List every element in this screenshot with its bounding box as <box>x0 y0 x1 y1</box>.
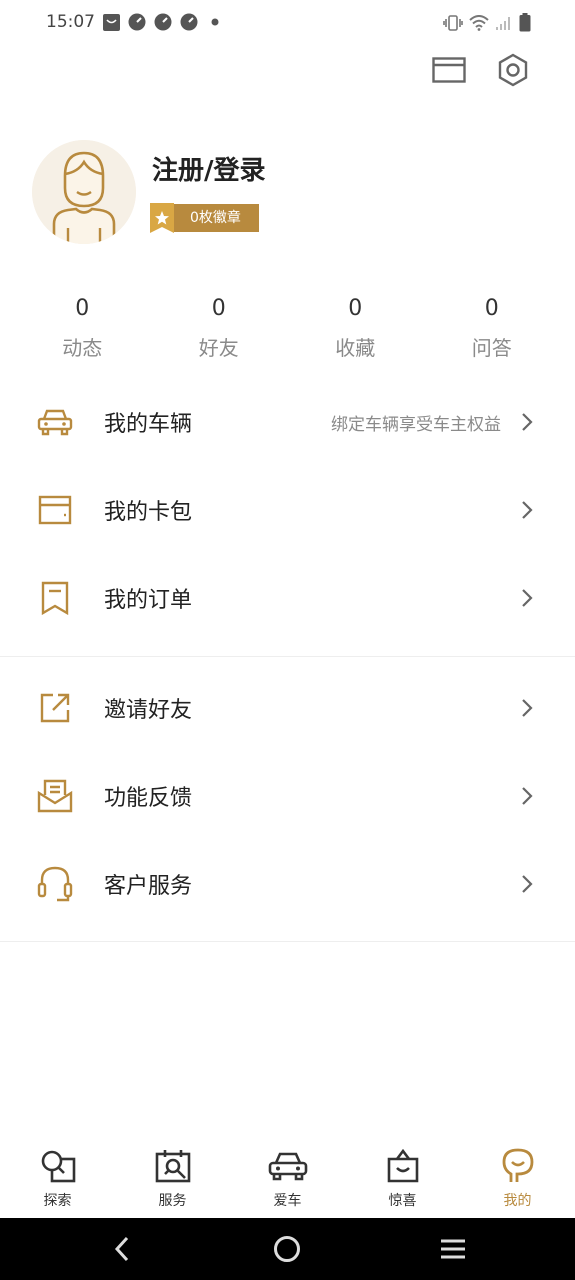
menu-group-vehicle: 我的车辆 绑定车辆享受车主权益 我的卡包 我的订单 <box>0 378 575 642</box>
tab-me[interactable]: 我的 <box>460 1138 575 1218</box>
profile-header: 注册/登录 0枚徽章 <box>32 140 552 244</box>
hexagon-gear-icon <box>498 53 528 87</box>
chevron-right-icon <box>521 873 535 895</box>
section-divider <box>0 656 575 657</box>
stat-value: 0 <box>211 296 226 321</box>
bookmark-icon <box>36 579 74 617</box>
tab-label: 爱车 <box>273 1193 302 1209</box>
chevron-right-icon <box>521 499 535 521</box>
section-divider <box>0 941 575 942</box>
home-icon <box>274 1236 300 1262</box>
menu-group-support: 邀请好友 功能反馈 客户服务 <box>0 664 575 928</box>
back-icon <box>114 1236 129 1262</box>
tab-surprise[interactable]: 惊喜 <box>345 1138 460 1218</box>
tab-label: 服务 <box>158 1193 187 1209</box>
status-time: 15:07 <box>46 12 95 32</box>
stat-label: 动态 <box>62 336 103 360</box>
menu-label: 客户服务 <box>104 874 193 899</box>
share-icon <box>36 689 74 727</box>
badge-count[interactable]: 0枚徽章 <box>150 203 259 233</box>
status-bar: 15:07 <box>0 0 575 48</box>
stat-label: 好友 <box>198 336 239 360</box>
chevron-right-icon <box>521 411 535 433</box>
chevron-right-icon <box>521 697 535 719</box>
message-icon <box>102 13 120 31</box>
menu-label: 我的订单 <box>104 588 193 613</box>
login-register-link[interactable]: 注册/登录 <box>152 150 266 187</box>
stat-label: 收藏 <box>335 336 376 360</box>
inbox-icon <box>36 777 74 815</box>
car-icon <box>268 1146 308 1186</box>
tab-my-car[interactable]: 爱车 <box>230 1138 345 1218</box>
recents-button[interactable] <box>433 1232 473 1266</box>
badge-label: 0枚徽章 <box>172 204 259 232</box>
tab-explore[interactable]: 探索 <box>0 1138 115 1218</box>
card-icon <box>36 491 74 529</box>
messages-button[interactable] <box>431 52 467 88</box>
tab-service[interactable]: 服务 <box>115 1138 230 1218</box>
settings-button[interactable] <box>495 52 531 88</box>
stats-row: 0 动态 0 好友 0 收藏 0 问答 <box>14 292 560 361</box>
car-icon <box>36 403 74 441</box>
stat-value: 0 <box>484 296 499 321</box>
stat-friends[interactable]: 0 好友 <box>151 292 288 361</box>
menu-label: 我的卡包 <box>104 500 193 525</box>
menu-item-customer-service[interactable]: 客户服务 <box>0 840 575 928</box>
envelope-icon <box>432 57 466 83</box>
menu-item-my-vehicles[interactable]: 我的车辆 绑定车辆享受车主权益 <box>0 378 575 466</box>
system-navigation-bar <box>0 1218 575 1280</box>
user-avatar-icon <box>32 140 136 244</box>
battery-icon <box>519 13 531 36</box>
tab-label: 探索 <box>43 1193 72 1209</box>
menu-label: 我的车辆 <box>104 412 193 437</box>
stat-posts[interactable]: 0 动态 <box>14 292 151 361</box>
explore-icon <box>38 1146 78 1186</box>
menu-hint: 绑定车辆享受车主权益 <box>331 414 501 435</box>
menu-label: 邀请好友 <box>104 698 193 723</box>
tab-label: 我的 <box>503 1193 532 1209</box>
stat-value: 0 <box>348 296 363 321</box>
service-icon <box>153 1146 193 1186</box>
bottom-tab-bar: 探索 服务 爱车 惊喜 我的 <box>0 1138 575 1218</box>
top-actions <box>431 52 531 88</box>
star-icon <box>150 203 174 237</box>
menu-item-invite-friends[interactable]: 邀请好友 <box>0 664 575 752</box>
chevron-right-icon <box>521 587 535 609</box>
stat-label: 问答 <box>471 336 512 360</box>
stat-favorites[interactable]: 0 收藏 <box>287 292 424 361</box>
profile-icon <box>498 1146 538 1186</box>
shopping-bag-icon <box>383 1146 423 1186</box>
wifi-icon <box>469 14 489 35</box>
stat-qa[interactable]: 0 问答 <box>424 292 561 361</box>
stat-value: 0 <box>75 296 90 321</box>
menu-icon <box>441 1239 465 1259</box>
notification-icons <box>102 13 224 31</box>
headset-icon <box>36 865 74 903</box>
menu-item-my-orders[interactable]: 我的订单 <box>0 554 575 642</box>
chevron-right-icon <box>521 785 535 807</box>
signal-icon <box>495 15 513 35</box>
menu-item-my-cards[interactable]: 我的卡包 <box>0 466 575 554</box>
menu-item-feedback[interactable]: 功能反馈 <box>0 752 575 840</box>
vibrate-icon <box>443 14 463 35</box>
dot-icon <box>206 13 224 31</box>
gauge-icon <box>128 13 146 31</box>
gauge-icon <box>180 13 198 31</box>
back-button[interactable] <box>102 1232 142 1266</box>
gauge-icon <box>154 13 172 31</box>
home-button[interactable] <box>267 1232 307 1266</box>
menu-label: 功能反馈 <box>104 786 193 811</box>
avatar[interactable] <box>32 140 136 244</box>
system-icons <box>443 13 531 36</box>
tab-label: 惊喜 <box>388 1193 417 1209</box>
